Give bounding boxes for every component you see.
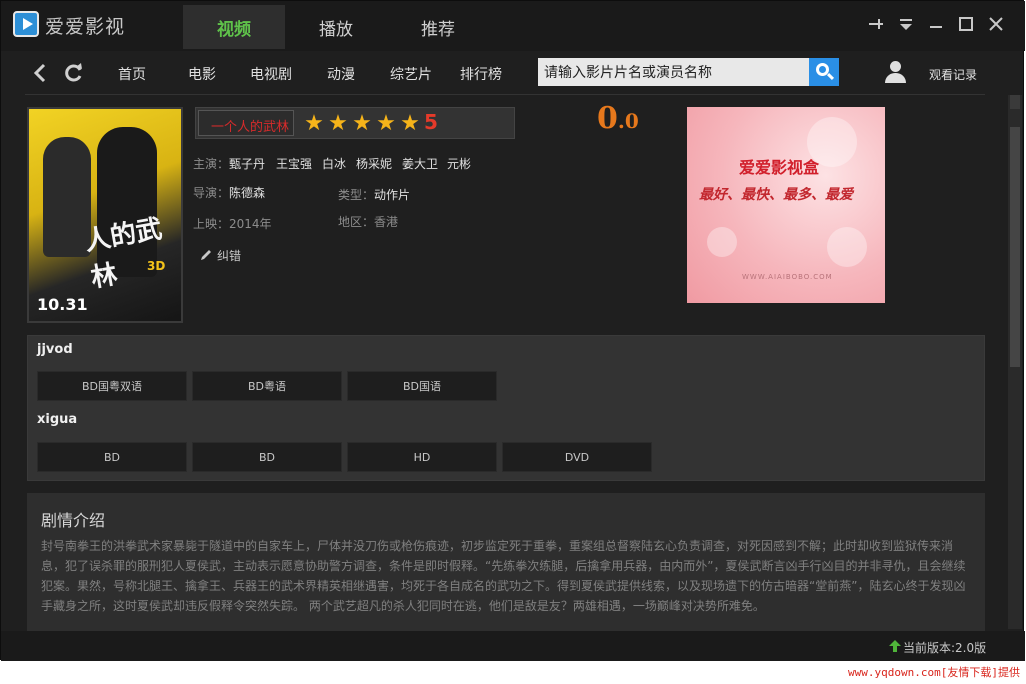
- source-option-button[interactable]: BD: [192, 442, 342, 472]
- genre-label: 类型：: [338, 188, 375, 202]
- maximize-icon[interactable]: [955, 13, 977, 35]
- upgrade-arrow-icon: [889, 640, 901, 652]
- nav-item-ranking[interactable]: 排行榜: [460, 64, 502, 84]
- release-value: 2014年: [229, 217, 272, 231]
- scrollbar[interactable]: [1008, 95, 1022, 629]
- user-icon[interactable]: [885, 61, 906, 85]
- director-value[interactable]: 陈德森: [229, 184, 265, 201]
- source-option-button[interactable]: DVD: [502, 442, 652, 472]
- director-label: 导演：: [193, 186, 230, 200]
- tab-recommend[interactable]: 推荐: [387, 5, 489, 49]
- nav-item-home[interactable]: 首页: [118, 64, 146, 84]
- tab-play[interactable]: 播放: [285, 5, 387, 49]
- cast-member[interactable]: 甄子丹: [229, 155, 265, 172]
- app-window: 爱爱影视 视频 播放 推荐 首页 电影 电视剧 动漫 综艺片 排行榜 请输入影片…: [0, 0, 1025, 661]
- cast-label: 主演：: [193, 157, 230, 171]
- tab-video[interactable]: 视频: [183, 5, 285, 49]
- star-icon[interactable]: ★: [350, 112, 374, 136]
- status-bar: 当前版本:2.0版: [1, 631, 1025, 661]
- search-input[interactable]: [538, 58, 810, 86]
- nav-item-tv[interactable]: 电视剧: [250, 64, 292, 84]
- genre-value: 动作片: [374, 188, 411, 202]
- source-name: xigua: [37, 412, 78, 427]
- star-score: 5: [424, 110, 438, 134]
- refresh-icon[interactable]: [63, 61, 85, 85]
- minimize-icon[interactable]: [925, 13, 947, 35]
- poster-date: 10.31: [37, 295, 88, 314]
- region-value: 香港: [374, 215, 399, 229]
- nav-item-variety[interactable]: 综艺片: [390, 64, 432, 84]
- star-rating[interactable]: ★ ★ ★ ★ ★: [302, 112, 422, 136]
- cast-member[interactable]: 元彬: [447, 155, 471, 172]
- source-option-button[interactable]: BD: [37, 442, 187, 472]
- app-title: 爱爱影视: [45, 16, 126, 38]
- star-icon[interactable]: ★: [326, 112, 350, 136]
- pin-icon[interactable]: [865, 13, 887, 35]
- pencil-icon: [201, 250, 211, 260]
- report-error-button[interactable]: 纠错: [197, 244, 257, 266]
- release-label: 上映：: [193, 217, 230, 231]
- cast-member[interactable]: 姜大卫: [402, 155, 438, 172]
- synopsis-title: 剧情介绍: [41, 511, 106, 530]
- nav-bar: 首页 电影 电视剧 动漫 综艺片 排行榜 观看记录: [25, 53, 985, 95]
- source-name: jjvod: [37, 342, 73, 357]
- movie-poster[interactable]: 人的武林 3D 10.31: [27, 107, 183, 323]
- source-option-button[interactable]: BD国语: [347, 371, 497, 401]
- nav-item-anime[interactable]: 动漫: [327, 64, 355, 84]
- source-option-button[interactable]: HD: [347, 442, 497, 472]
- close-icon[interactable]: [985, 13, 1007, 35]
- watermark-text: www.yqdown.com[友情下载]提供: [848, 666, 1020, 679]
- play-logo-icon: [13, 11, 39, 37]
- synopsis-text: 封号南拳王的洪拳武术家暴毙于隧道中的自家车上，尸体并没刀伤或枪伤痕迹，初步监定死…: [41, 539, 966, 613]
- ad-banner[interactable]: 爱爱影视盒 最好、最快、最多、最爱 WWW.AIAIBOBO.COM: [687, 107, 885, 303]
- source-option-button[interactable]: BD国粤双语: [37, 371, 187, 401]
- ad-title: 爱爱影视盒: [739, 158, 820, 177]
- rating-score: 0.0: [597, 101, 639, 136]
- ad-slogan: 最好、最快、最多、最爱: [699, 187, 853, 203]
- source-option-button[interactable]: BD粤语: [192, 371, 342, 401]
- play-sources-panel: jjvod BD国粤双语 BD粤语 BD国语 xigua BD BD HD DV…: [27, 335, 985, 481]
- version-label: 当前版本:2.0版: [903, 641, 987, 655]
- movie-title: 一个人的武林: [211, 120, 290, 135]
- history-link[interactable]: 观看记录: [929, 66, 977, 83]
- search-button[interactable]: [809, 58, 839, 86]
- nav-item-movies[interactable]: 电影: [188, 64, 216, 84]
- poster-title-text: 人的武林: [82, 214, 165, 294]
- cast-member[interactable]: 王宝强: [276, 155, 312, 172]
- title-bar: 爱爱影视 视频 播放 推荐: [1, 1, 1025, 51]
- ad-url: WWW.AIAIBOBO.COM: [742, 273, 833, 281]
- cast-member[interactable]: 杨采妮: [356, 155, 392, 172]
- star-icon[interactable]: ★: [374, 112, 398, 136]
- poster-badge: 3D: [147, 259, 166, 273]
- star-icon[interactable]: ★: [302, 112, 326, 136]
- scroll-up-button[interactable]: [1010, 95, 1020, 109]
- region-label: 地区：: [338, 215, 375, 229]
- star-icon[interactable]: ★: [398, 112, 422, 136]
- dropdown-icon[interactable]: [895, 13, 917, 35]
- title-rating-panel: 一个人的武林 ★ ★ ★ ★ ★ 5: [195, 107, 515, 139]
- synopsis-panel: 剧情介绍 封号南拳王的洪拳武术家暴毙于隧道中的自家车上，尸体并没刀伤或枪伤痕迹，…: [27, 493, 985, 631]
- cast-member[interactable]: 白冰: [322, 155, 346, 172]
- back-icon[interactable]: [29, 61, 51, 85]
- scroll-thumb[interactable]: [1010, 127, 1020, 367]
